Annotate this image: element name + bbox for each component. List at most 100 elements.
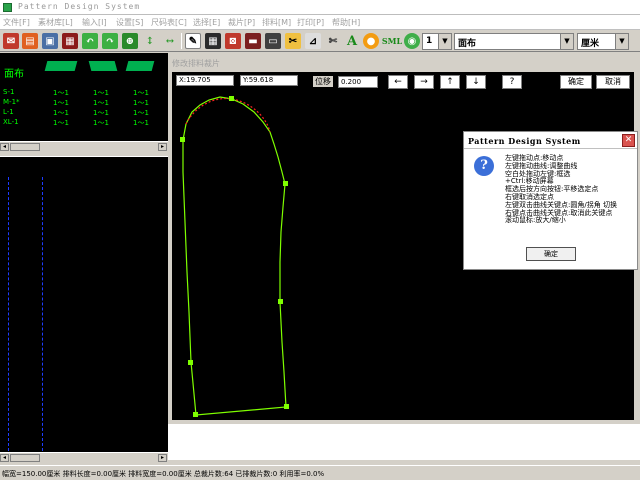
horizontal-arrow-icon[interactable]: ↔ <box>162 33 178 49</box>
scroll-left-icon[interactable]: ◂ <box>0 143 9 151</box>
redo-icon[interactable]: ↷ <box>102 33 118 49</box>
fabric-piece-thumb-3[interactable] <box>125 61 155 71</box>
close-icon[interactable]: ✕ <box>622 134 635 147</box>
key-point[interactable] <box>180 137 185 142</box>
size-count: 1～1 <box>133 99 149 107</box>
table-row[interactable]: S-1 1～1 1～1 1～1 <box>3 88 163 98</box>
scroll-thumb[interactable] <box>10 454 40 462</box>
x-coordinate-readout: X:19.705 <box>176 75 234 86</box>
table-row[interactable]: L-1 1～1 1～1 1～1 <box>3 108 163 118</box>
zoom-icon[interactable]: ⊕ <box>122 33 138 49</box>
key-point[interactable] <box>278 299 283 304</box>
dialog-title: Pattern Design System <box>468 136 581 146</box>
size-count: 1～1 <box>53 109 69 117</box>
fabric-label: 面布 <box>4 69 24 80</box>
help-button[interactable]: ? <box>502 75 522 89</box>
size-name: XL-1 <box>3 118 19 126</box>
menu-size-chart[interactable]: 尺码表[C] <box>151 17 187 28</box>
chevron-down-icon: ▼ <box>560 34 573 49</box>
scroll-thumb[interactable] <box>10 143 40 151</box>
mail-icon[interactable]: ✉ <box>3 33 19 49</box>
key-point[interactable] <box>283 181 288 186</box>
size-count: 1～1 <box>93 89 109 97</box>
move-left-button[interactable]: ← <box>388 75 408 89</box>
globe-icon[interactable]: ◉ <box>404 33 420 49</box>
layer-select[interactable]: 1 ▼ <box>422 33 452 50</box>
status-text: 幅宽=150.00厘米 排料长度=0.00厘米 排料宽度=0.00厘米 总裁片数… <box>2 470 325 478</box>
question-icon: ? <box>474 156 494 176</box>
menu-input[interactable]: 输入[I] <box>82 17 107 28</box>
fabric-piece-thumb-2[interactable] <box>88 61 118 71</box>
undo-icon[interactable]: ↶ <box>82 33 98 49</box>
vertical-arrow-icon[interactable]: ↕ <box>142 33 158 49</box>
help-dialog: Pattern Design System ✕ ? 左键拖动点:移动点 左键拖动… <box>463 131 638 270</box>
move-down-button[interactable]: ↓ <box>466 75 486 89</box>
key-point[interactable] <box>193 412 198 417</box>
menu-print[interactable]: 打印[P] <box>297 17 324 28</box>
key-point[interactable] <box>284 404 289 409</box>
fabric-select[interactable]: 面布 ▼ <box>454 33 574 50</box>
book-icon[interactable]: ▤ <box>22 33 38 49</box>
scroll-right-icon[interactable]: ▸ <box>158 143 167 151</box>
marker-preview-panel[interactable] <box>0 156 168 460</box>
move-up-button[interactable]: ↑ <box>440 75 460 89</box>
size-count: 1～1 <box>53 99 69 107</box>
letter-a-icon[interactable]: A <box>344 33 360 49</box>
bookmark-icon[interactable]: ▬ <box>245 33 261 49</box>
layer-select-value: 1 <box>426 36 433 46</box>
menu-help[interactable]: 帮助[H] <box>332 17 360 28</box>
move-step-label: 位移 <box>313 76 333 87</box>
menu-file[interactable]: 文件[F] <box>3 17 30 28</box>
split-icon[interactable]: ⊠ <box>225 33 241 49</box>
dialog-line: 滚动鼠标:放大/缩小 <box>505 216 566 225</box>
board-icon[interactable]: ▭ <box>265 33 281 49</box>
save-icon[interactable]: ▣ <box>42 33 58 49</box>
key-point[interactable] <box>229 96 234 101</box>
size-panel: 面布 S-1 1～1 1～1 1～1 M-1* 1～1 1～1 1～1 L-1 … <box>0 53 168 141</box>
y-coordinate-readout: Y:59.618 <box>240 75 298 86</box>
scroll-right-icon[interactable]: ▸ <box>158 454 167 462</box>
chevron-down-icon: ▼ <box>438 34 451 49</box>
menu-library[interactable]: 素材库[L] <box>38 17 73 28</box>
size-name: L-1 <box>3 108 14 116</box>
size-count: 1～1 <box>133 109 149 117</box>
menu-select[interactable]: 选择[E] <box>193 17 220 28</box>
size-count: 1～1 <box>53 89 69 97</box>
fabric-piece-thumb-1[interactable] <box>44 61 78 71</box>
palette-icon[interactable]: ● <box>363 33 379 49</box>
print-icon[interactable]: ▦ <box>62 33 78 49</box>
size-count: 1～1 <box>133 119 149 127</box>
pen-icon[interactable]: ✎ <box>185 33 201 49</box>
table-row[interactable]: XL-1 1～1 1～1 1～1 <box>3 118 163 128</box>
editor-ok-button[interactable]: 确定 <box>560 75 592 89</box>
sml-icon[interactable]: SML <box>382 33 402 49</box>
unit-select[interactable]: 厘米 ▼ <box>577 33 629 50</box>
size-name: M-1* <box>3 98 20 106</box>
marker-panel-scrollbar[interactable]: ◂ ▸ <box>0 452 168 462</box>
table-row[interactable]: M-1* 1～1 1～1 1～1 <box>3 98 163 108</box>
marker-area <box>168 424 640 460</box>
cut-icon[interactable]: ✂ <box>285 33 301 49</box>
move-right-button[interactable]: → <box>414 75 434 89</box>
menu-marker[interactable]: 排料[M] <box>262 17 291 28</box>
dialog-ok-button[interactable]: 确定 <box>526 247 576 261</box>
size-panel-scrollbar[interactable]: ◂ ▸ <box>0 141 168 151</box>
grid-icon[interactable]: ▦ <box>205 33 221 49</box>
menu-settings[interactable]: 设置[S] <box>116 17 143 28</box>
window-title: Pattern Design System <box>18 2 141 11</box>
ruler-icon[interactable]: ⊿ <box>305 33 321 49</box>
size-table: S-1 1～1 1～1 1～1 M-1* 1～1 1～1 1～1 L-1 1～1… <box>3 88 163 128</box>
marker-guide-line <box>8 177 9 451</box>
menu-pieces[interactable]: 裁片[P] <box>228 17 255 28</box>
scissors-icon[interactable]: ✄ <box>325 33 341 49</box>
pattern-piece-outline[interactable] <box>182 96 287 416</box>
menu-bar: 文件[F] 素材库[L] 输入[I] 设置[S] 尺码表[C] 选择[E] 裁片… <box>0 15 640 30</box>
size-count: 1～1 <box>93 119 109 127</box>
editor-title: 修改排料裁片 <box>172 59 220 68</box>
scroll-left-icon[interactable]: ◂ <box>0 454 9 462</box>
size-count: 1～1 <box>93 109 109 117</box>
move-step-input[interactable]: 0.200 <box>338 76 378 88</box>
unit-select-value: 厘米 <box>581 39 600 49</box>
key-point[interactable] <box>188 360 193 365</box>
editor-cancel-button[interactable]: 取消 <box>596 75 630 89</box>
